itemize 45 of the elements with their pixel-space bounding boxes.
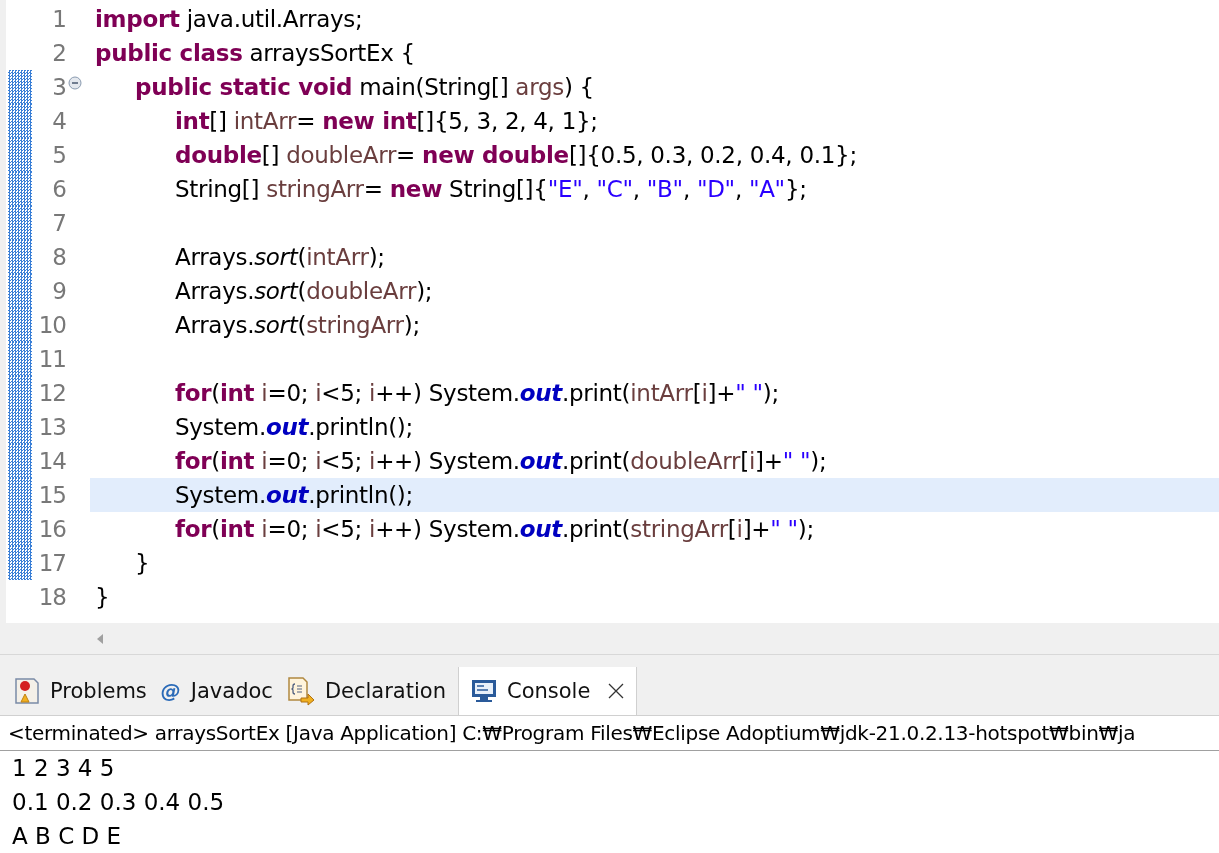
line-number: 8	[51, 243, 66, 272]
panel-tab[interactable]: Problems	[12, 667, 159, 715]
code-line: Arrays.sort(stringArr);	[174, 311, 421, 340]
line-number: 12	[37, 379, 66, 408]
code-line: public class arraysSortEx {	[94, 39, 416, 68]
code-line: for(int i=0; i<5; i++) System.out.print(stringArr[i]+" ");	[174, 515, 815, 544]
code-line: Arrays.sort(doubleArr);	[174, 277, 434, 306]
code-line: import java.util.Arrays;	[94, 5, 364, 34]
line-number: 10	[37, 311, 66, 340]
code-line: int[] intArr= new int[]{5, 3, 2, 4, 1};	[174, 107, 599, 136]
code-line: }	[134, 549, 151, 578]
line-number: 6	[51, 175, 66, 204]
close-icon[interactable]	[608, 683, 625, 700]
line-number: 11	[37, 345, 66, 374]
line-number: 18	[37, 583, 66, 612]
line-number: 16	[37, 515, 66, 544]
line-number: 7	[51, 209, 66, 238]
problems-icon	[14, 677, 40, 706]
line-number: 14	[37, 447, 66, 476]
line-number: 13	[37, 413, 66, 442]
panel-tab[interactable]: @ Javadoc	[158, 667, 285, 715]
code-line: public static void main(String[] args) {	[134, 73, 595, 102]
scroll-left-icon[interactable]	[96, 632, 104, 645]
console-header: <terminated> arraysSortEx [Java Application] C:₩Program Files₩Eclipse Adoptium₩jdk-21.0.2.13-hotspot₩bin₩ja	[0, 716, 1219, 751]
panel-tab[interactable]: Console	[457, 667, 638, 715]
line-number: 17	[37, 549, 66, 578]
code-line: Arrays.sort(intArr);	[174, 243, 386, 272]
code-line: double[] doubleArr= new double[]{0.5, 0.3, 0.2, 0.4, 0.1};	[174, 141, 858, 170]
line-number: 4	[51, 107, 66, 136]
panel-tab[interactable]: Declaration	[284, 667, 458, 715]
line-number: 2	[51, 39, 66, 68]
line-number: 3	[51, 73, 66, 102]
monitor-icon	[470, 679, 497, 704]
at-sign-icon: @	[160, 679, 181, 704]
line-number: 9	[51, 277, 66, 306]
line-number: 1	[51, 5, 66, 34]
code-line: for(int i=0; i<5; i++) System.out.print(intArr[i]+" ");	[174, 379, 780, 408]
line-number: 15	[37, 481, 66, 510]
code-line: String[] stringArr= new String[]{"E", "C", "B", "D", "A"};	[174, 175, 808, 204]
code-line: }	[94, 583, 111, 612]
code-line: for(int i=0; i<5; i++) System.out.print(doubleArr[i]+" ");	[174, 447, 828, 476]
declaration-icon	[286, 676, 315, 707]
line-number: 5	[51, 141, 66, 170]
code-line: System.out.println();	[174, 413, 414, 442]
collapse-icon[interactable]	[68, 76, 82, 90]
